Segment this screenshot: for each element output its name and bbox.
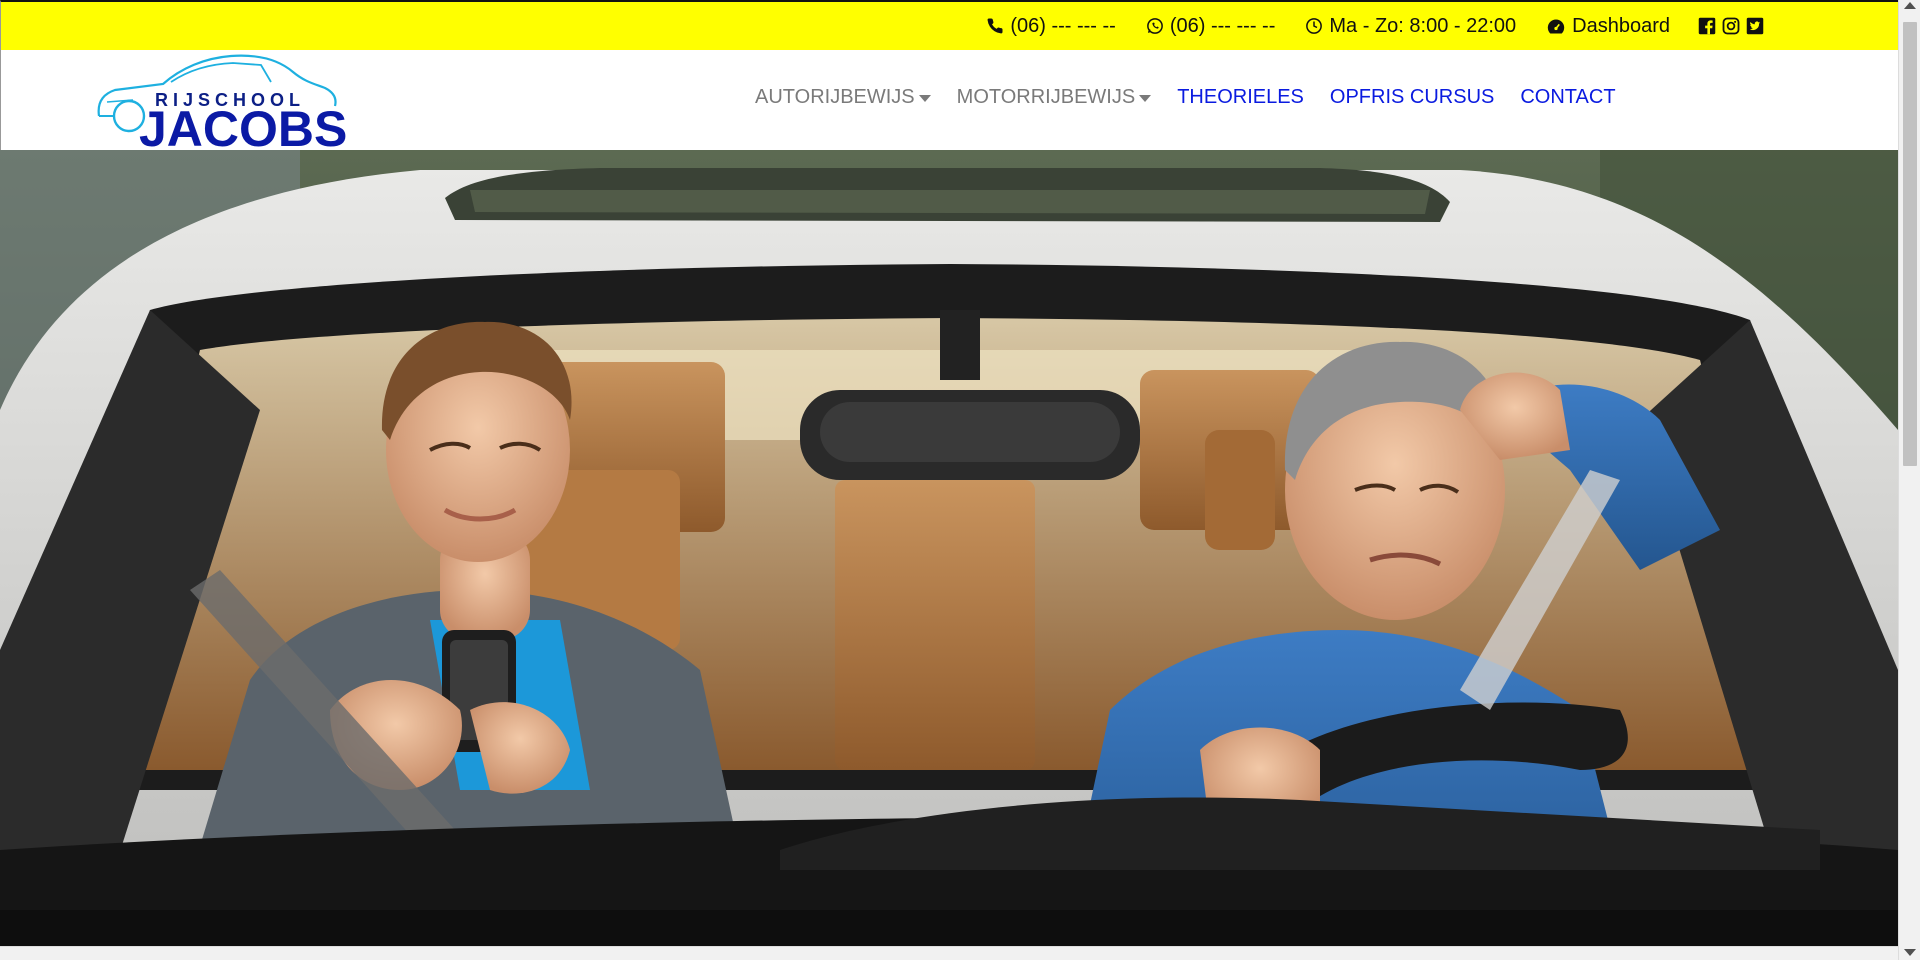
nav-theorieles[interactable]: THEORIELES <box>1177 86 1304 109</box>
nav-autorijbewijs-label: AUTORIJBEWIJS <box>755 86 915 108</box>
dashboard-link[interactable]: Dashboard <box>1546 15 1670 38</box>
page: (06) --- --- -- (06) --- --- -- Ma - Zo:… <box>0 0 1920 960</box>
whatsapp-icon <box>1146 17 1164 35</box>
whatsapp-number: (06) --- --- -- <box>1169 14 1276 37</box>
logo-jacobs: JACOBS <box>139 101 348 157</box>
nav-motorrijbewijs[interactable]: MOTORRIJBEWIJS <box>957 86 1152 109</box>
dashboard-label: Dashboard <box>1572 14 1670 37</box>
nav-contact[interactable]: CONTACT <box>1520 86 1615 109</box>
dashboard-icon <box>1546 17 1566 35</box>
caret-down-icon <box>1139 95 1152 102</box>
phone-contact[interactable]: (06) --- --- -- <box>986 15 1116 38</box>
scroll-up-arrow-icon[interactable] <box>1904 2 1916 9</box>
nav-theorieles-label: THEORIELES <box>1177 86 1304 108</box>
whatsapp-contact[interactable]: (06) --- --- -- <box>1146 14 1276 38</box>
instagram-icon[interactable] <box>1722 17 1740 35</box>
vertical-scrollbar[interactable] <box>1898 0 1920 960</box>
nav-autorijbewijs[interactable]: AUTORIJBEWIJS <box>755 86 931 109</box>
bottom-scroll-area <box>0 946 1898 960</box>
site-header: RIJSCHOOL JACOBS AUTORIJBEWIJS MOTORRIJB… <box>0 50 1898 154</box>
caret-down-icon <box>918 95 931 102</box>
hours-text: Ma - Zo: 8:00 - 22:00 <box>1329 14 1517 37</box>
scroll-down-arrow-icon[interactable] <box>1904 949 1916 956</box>
site-logo[interactable]: RIJSCHOOL JACOBS <box>93 50 347 154</box>
scroll-thumb[interactable] <box>1903 22 1917 466</box>
opening-hours: Ma - Zo: 8:00 - 22:00 <box>1305 15 1516 38</box>
car-interior-photo <box>0 150 1898 946</box>
nav-opfris-cursus[interactable]: OPFRIS CURSUS <box>1330 86 1494 109</box>
main-navigation: AUTORIJBEWIJS MOTORRIJBEWIJS THEORIELES … <box>755 86 1616 109</box>
twitter-icon[interactable] <box>1746 17 1764 35</box>
nav-contact-label: CONTACT <box>1520 86 1616 108</box>
hero-image <box>0 150 1898 946</box>
clock-icon <box>1305 17 1323 35</box>
nav-motorrijbewijs-label: MOTORRIJBEWIJS <box>956 86 1136 108</box>
phone-number: (06) --- --- -- <box>1010 14 1116 37</box>
top-info-bar: (06) --- --- -- (06) --- --- -- Ma - Zo:… <box>0 0 1898 50</box>
phone-icon <box>986 17 1004 35</box>
facebook-icon[interactable] <box>1698 17 1716 35</box>
nav-opfris-cursus-label: OPFRIS CURSUS <box>1329 86 1495 108</box>
social-links <box>1698 17 1764 35</box>
